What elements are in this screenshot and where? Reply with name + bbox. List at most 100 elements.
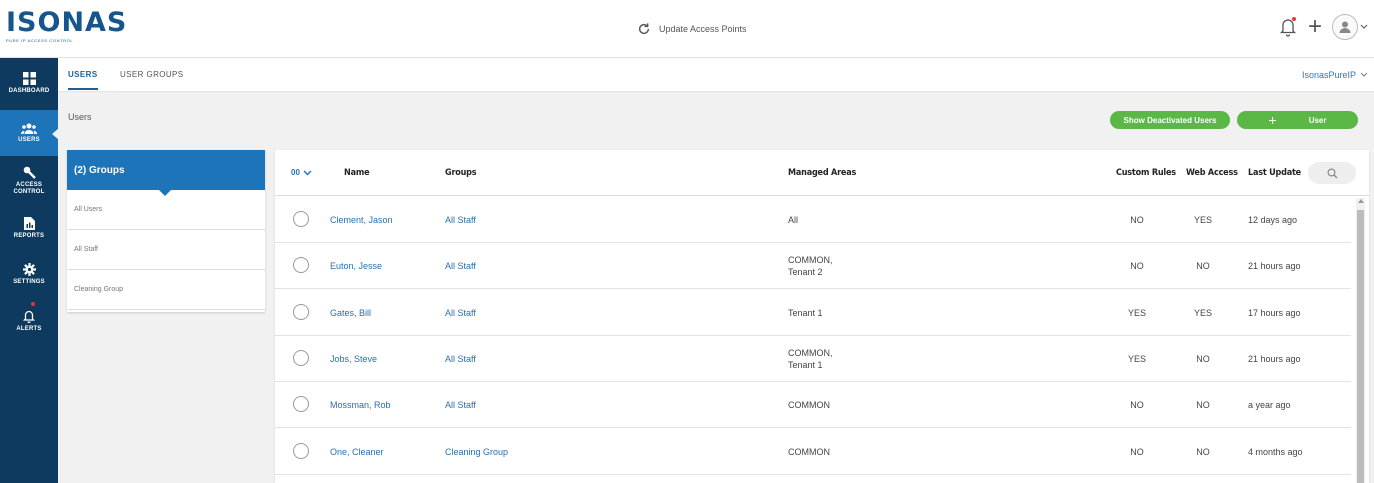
row-select-radio[interactable] — [293, 349, 309, 366]
active-indicator — [52, 128, 59, 140]
group-item-all-staff[interactable]: All Staff — [67, 230, 265, 270]
add-icon[interactable]: + — [1308, 15, 1322, 39]
table-row[interactable]: Gates, Bill All Staff YES YES 17 hours ago Te… — [275, 290, 1351, 336]
org-selector[interactable]: IsonasPureIP — [1302, 70, 1368, 80]
managed-areas-value: COMMON, Tenant 1 — [788, 347, 833, 371]
sidebar: DASHBOARD USERS ACCESS CONTROL REPORTS S… — [0, 58, 59, 483]
last-update-value: 21 hours ago — [1248, 261, 1301, 272]
row-select-radio[interactable] — [293, 211, 309, 227]
table-row[interactable]: Clement, Jason All Staff NO YES 12 days ago A… — [275, 197, 1351, 243]
logo-tagline: PURE IP ACCESS CONTROL — [6, 38, 74, 43]
table-search-button[interactable] — [1308, 162, 1356, 184]
row-select-radio[interactable] — [293, 396, 309, 413]
chevron-down-icon — [1360, 24, 1368, 29]
groups-title: (2) Groups — [74, 165, 125, 176]
group-item-cleaning-group[interactable]: Cleaning Group — [67, 270, 265, 310]
search-icon — [1326, 167, 1337, 178]
column-header-custom-rules[interactable]: Custom Rules — [1116, 168, 1176, 178]
managed-areas-value: COMMON, Tenant 2 — [788, 254, 833, 278]
user-group-link[interactable]: Cleaning Group — [445, 446, 508, 458]
notification-dot — [1291, 17, 1296, 21]
sidebar-item-access-control[interactable]: ACCESS CONTROL — [0, 158, 58, 204]
managed-area-line: COMMON, — [788, 255, 833, 266]
org-name: IsonasPureIP — [1301, 70, 1356, 80]
user-group-link[interactable]: All Staff — [445, 214, 476, 226]
user-name-link[interactable]: Clement, Jason — [330, 214, 393, 226]
user-icon — [1339, 21, 1351, 33]
users-icon — [21, 123, 37, 134]
group-item-all-users[interactable]: All Users — [67, 190, 265, 230]
custom-rules-value: YES — [1127, 307, 1146, 318]
groups-header: (2) Groups — [67, 150, 265, 196]
custom-rules-value: NO — [1130, 446, 1144, 457]
user-group-link[interactable]: All Staff — [445, 260, 476, 272]
sidebar-item-label: ACCESS CONTROL — [13, 182, 45, 195]
last-update-value: 21 hours ago — [1248, 353, 1301, 364]
column-header-groups[interactable]: Groups — [445, 168, 477, 178]
scroll-up-arrow[interactable] — [1358, 199, 1364, 203]
managed-area-line: Tenant 1 — [788, 307, 823, 318]
users-table: 00 Name Groups Managed Areas Custom Rule… — [275, 150, 1369, 483]
sidebar-item-settings[interactable]: SETTINGS — [0, 251, 58, 297]
last-update-value: 4 months ago — [1248, 446, 1303, 457]
web-access-value: NO — [1196, 446, 1210, 457]
tab-underline — [68, 88, 98, 90]
user-group-link[interactable]: All Staff — [445, 353, 476, 365]
groups-notch — [159, 190, 171, 196]
column-header-name[interactable]: Name — [344, 168, 370, 178]
notifications-button[interactable] — [1278, 16, 1298, 38]
chevron-down-icon — [303, 170, 312, 175]
column-header-web-access[interactable]: Web Access — [1186, 168, 1238, 178]
account-menu[interactable] — [1332, 14, 1368, 40]
isonas-logo[interactable]: ISONAS PURE IP ACCESS CONTROL — [6, 9, 126, 49]
sidebar-item-label: REPORTS — [13, 232, 45, 239]
user-name-link[interactable]: Jobs, Steve — [330, 353, 377, 365]
sidebar-item-label: DASHBOARD — [8, 87, 50, 94]
user-name-link[interactable]: One, Cleaner — [330, 446, 384, 458]
tab-user-groups[interactable]: USER GROUPS — [120, 70, 184, 79]
column-header-managed-areas[interactable]: Managed Areas — [788, 168, 856, 178]
update-access-points-button[interactable]: Update Access Points — [637, 22, 747, 36]
scroll-thumb[interactable] — [1357, 210, 1364, 483]
last-update-value: 12 days ago — [1248, 215, 1298, 225]
web-access-value: NO — [1196, 400, 1210, 411]
column-header-last-update[interactable]: Last Update — [1248, 168, 1301, 178]
custom-rules-value: YES — [1127, 353, 1146, 364]
table-row[interactable]: Mossman, Rob All Staff NO NO a year ago COMMO… — [275, 382, 1351, 429]
avatar — [1332, 14, 1358, 40]
managed-area-line: All — [788, 215, 799, 225]
top-right-controls: + — [1278, 14, 1368, 40]
user-name-link[interactable]: Euton, Jesse — [330, 260, 382, 272]
sidebar-item-dashboard[interactable]: DASHBOARD — [0, 60, 58, 106]
tab-users[interactable]: USERS — [68, 70, 98, 79]
table-row[interactable]: Jobs, Steve All Staff YES NO 21 hours ago COM… — [275, 336, 1351, 382]
sidebar-item-label: ALERTS — [16, 326, 42, 332]
table-row[interactable]: Euton, Jesse All Staff NO NO 21 hours ago COM… — [275, 243, 1351, 290]
groups-panel: (2) Groups All Users All Staff Cleaning … — [67, 150, 265, 312]
sidebar-item-alerts[interactable]: ALERTS — [0, 298, 58, 344]
user-name-link[interactable]: Gates, Bill — [330, 307, 371, 319]
user-name-link[interactable]: Mossman, Rob — [330, 399, 391, 411]
table-row[interactable]: One, Cleaner Cleaning Group NO NO 4 months a… — [275, 429, 1351, 475]
sidebar-item-reports[interactable]: REPORTS — [0, 205, 58, 251]
key-icon — [23, 166, 36, 179]
select-all-dropdown[interactable]: 00 — [291, 168, 312, 177]
managed-area-line: Tenant 1 — [788, 359, 823, 370]
row-select-radio[interactable] — [293, 257, 309, 274]
chevron-down-icon — [1360, 72, 1368, 77]
managed-area-line: COMMON — [788, 446, 830, 457]
breadcrumb: Users — [68, 112, 92, 122]
user-group-link[interactable]: All Staff — [445, 307, 476, 319]
row-select-radio[interactable] — [293, 442, 309, 459]
bell-icon — [23, 310, 35, 323]
add-user-button[interactable]: + User — [1237, 111, 1358, 129]
table-header: 00 Name Groups Managed Areas Custom Rule… — [275, 150, 1369, 196]
custom-rules-value: NO — [1130, 215, 1144, 225]
row-select-radio[interactable] — [293, 303, 309, 320]
managed-areas-value: COMMON — [788, 446, 830, 458]
tab-bar: USERS USER GROUPS IsonasPureIP — [58, 58, 1374, 92]
sidebar-item-users[interactable]: USERS — [0, 110, 59, 156]
show-deactivated-users-button[interactable]: Show Deactivated Users — [1110, 111, 1230, 129]
user-group-link[interactable]: All Staff — [445, 399, 476, 411]
managed-area-line: COMMON — [788, 400, 830, 411]
